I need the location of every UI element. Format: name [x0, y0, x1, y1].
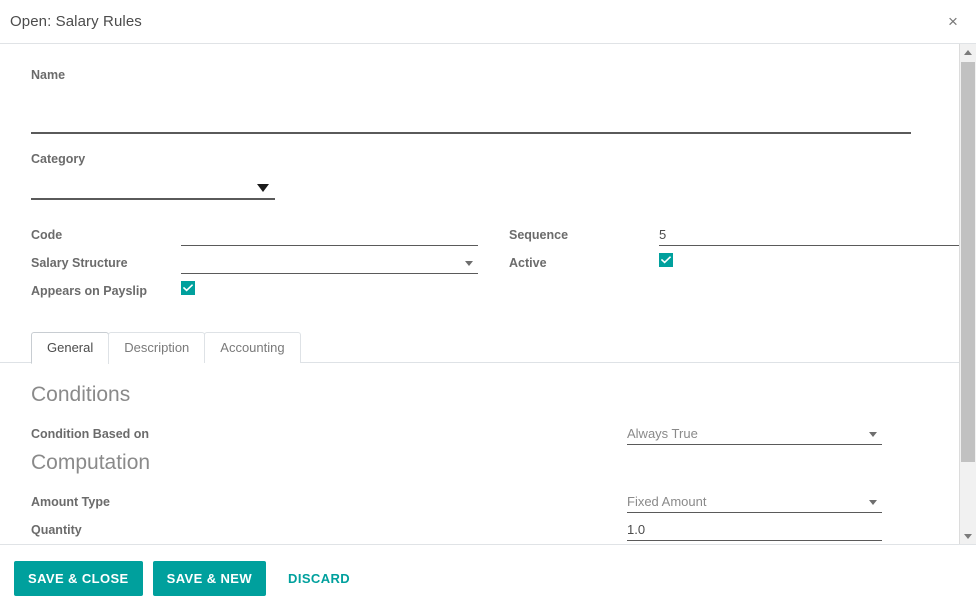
field-appears-on-payslip: Appears on Payslip	[0, 274, 478, 302]
scrollbar-thumb[interactable]	[961, 62, 975, 462]
amount-type-select-value: Fixed Amount	[627, 494, 707, 509]
field-active-label: Active	[509, 256, 547, 270]
save-and-new-button[interactable]: SAVE & NEW	[152, 561, 267, 596]
tab-general[interactable]: General	[31, 332, 110, 364]
quantity-input-value: 1.0	[627, 522, 646, 537]
dialog-body: Name Category Code Salary Structure Appe…	[0, 44, 959, 544]
tabs-container: General Description Accounting	[0, 332, 959, 364]
code-input-wrap	[181, 224, 478, 246]
category-select[interactable]	[31, 176, 275, 200]
field-category-label: Category	[31, 152, 86, 166]
code-input[interactable]	[181, 224, 478, 246]
active-checkbox-wrap	[659, 252, 959, 274]
section-title-conditions: Conditions	[31, 383, 131, 406]
field-condition-based-on: Condition Based on Always True	[0, 417, 959, 445]
tab-accounting[interactable]: Accounting	[204, 332, 301, 363]
appears-on-payslip-wrap	[181, 280, 478, 302]
dialog-footer: SAVE & CLOSE SAVE & NEW DISCARD	[0, 544, 976, 612]
sequence-input-value: 5	[659, 227, 667, 242]
form-column-right: Sequence 5 Active	[478, 218, 959, 302]
field-amount-type: Amount Type Fixed Amount	[0, 485, 959, 513]
name-input[interactable]	[31, 110, 911, 134]
field-condition-based-on-label: Condition Based on	[31, 427, 150, 441]
field-salary-structure-label: Salary Structure	[31, 256, 128, 270]
salary-rules-dialog: Open: Salary Rules × Name Category Code …	[0, 0, 976, 612]
sequence-input[interactable]: 5	[659, 224, 959, 246]
vertical-scrollbar[interactable]	[959, 44, 976, 544]
quantity-input-wrap: 1.0	[627, 519, 882, 541]
field-name: Name	[0, 44, 959, 134]
field-category: Category	[0, 134, 959, 200]
field-fixed-amount: Fixed Amount 0.00	[0, 541, 959, 544]
salary-structure-select-wrap	[181, 252, 478, 274]
condition-based-on-select[interactable]: Always True	[627, 423, 882, 445]
discard-button[interactable]: DISCARD	[276, 561, 362, 596]
tab-list: General Description Accounting	[31, 332, 959, 364]
save-and-close-button[interactable]: SAVE & CLOSE	[14, 561, 143, 596]
condition-based-on-select-wrap: Always True	[627, 423, 882, 445]
close-icon[interactable]: ×	[942, 11, 964, 33]
field-amount-type-label: Amount Type	[31, 495, 110, 509]
field-code: Code	[0, 218, 478, 246]
field-quantity: Quantity 1.0	[0, 513, 959, 541]
check-icon	[661, 256, 671, 264]
condition-based-on-select-value: Always True	[627, 426, 698, 441]
chevron-down-icon	[869, 432, 877, 437]
tab-description[interactable]: Description	[108, 332, 206, 363]
field-name-label: Name	[31, 68, 66, 82]
tab-panel-general: Conditions Condition Based on Always Tru…	[0, 363, 959, 544]
field-quantity-label: Quantity	[31, 523, 82, 537]
check-icon	[183, 284, 193, 292]
field-sequence-label: Sequence	[509, 228, 569, 242]
scroll-down-arrow-icon[interactable]	[960, 528, 976, 544]
scroll-up-arrow-icon[interactable]	[960, 44, 976, 60]
active-checkbox[interactable]	[659, 253, 673, 267]
form-columns: Code Salary Structure Appears on Payslip…	[0, 200, 959, 302]
section-title-computation: Computation	[31, 451, 151, 474]
field-salary-structure: Salary Structure	[0, 246, 478, 274]
salary-structure-select[interactable]	[181, 252, 478, 274]
form-column-left: Code Salary Structure Appears on Payslip	[0, 218, 478, 302]
field-sequence: Sequence 5	[478, 218, 959, 246]
field-appears-on-payslip-label: Appears on Payslip	[31, 284, 148, 298]
amount-type-select-wrap: Fixed Amount	[627, 491, 882, 513]
chevron-down-icon	[465, 261, 473, 266]
field-active: Active	[478, 246, 959, 274]
appears-on-payslip-checkbox[interactable]	[181, 281, 195, 295]
dialog-title: Open: Salary Rules	[10, 13, 142, 30]
quantity-input[interactable]: 1.0	[627, 519, 882, 541]
chevron-down-icon	[257, 184, 269, 192]
dialog-header: Open: Salary Rules ×	[0, 0, 976, 44]
form-sheet: Name Category Code Salary Structure Appe…	[0, 44, 959, 544]
amount-type-select[interactable]: Fixed Amount	[627, 491, 882, 513]
sequence-input-wrap: 5	[659, 224, 959, 246]
field-code-label: Code	[31, 228, 63, 242]
dialog-body-wrapper: Name Category Code Salary Structure Appe…	[0, 44, 976, 544]
chevron-down-icon	[869, 500, 877, 505]
